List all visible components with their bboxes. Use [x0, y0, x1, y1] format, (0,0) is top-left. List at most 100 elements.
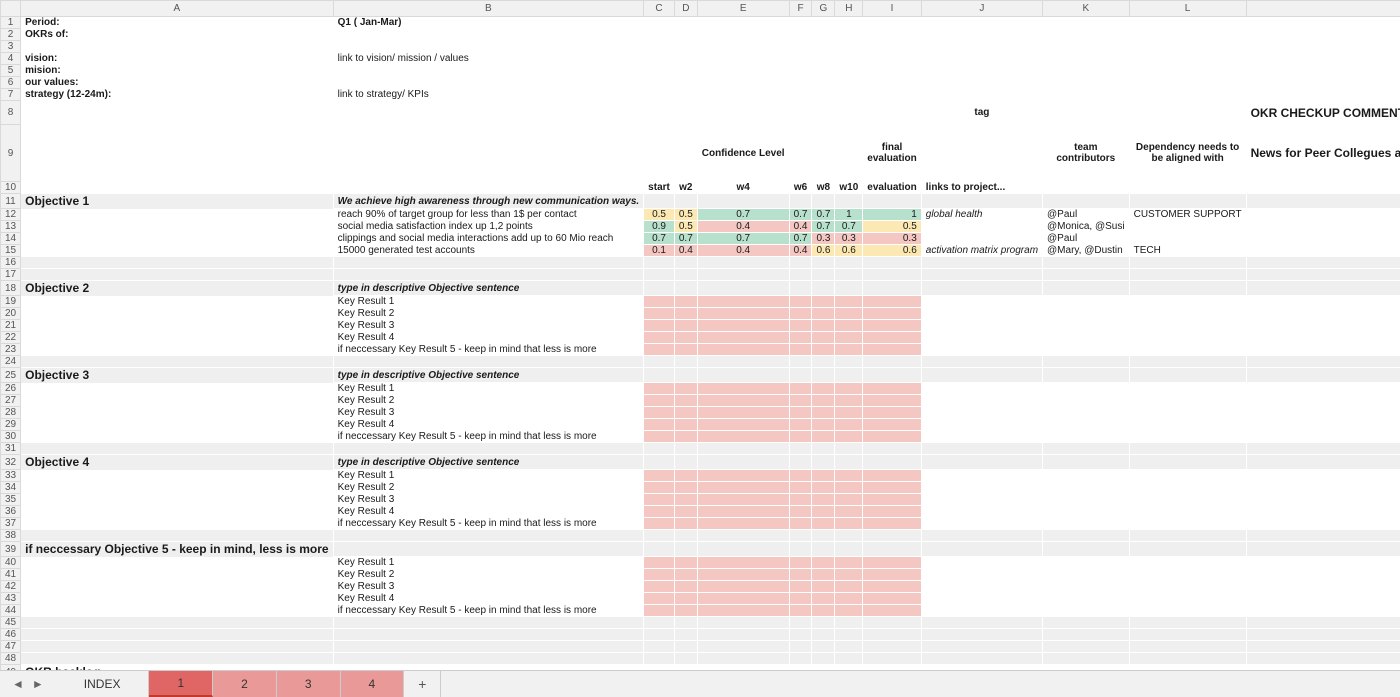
cell-C38[interactable]	[644, 530, 675, 542]
cell-B40[interactable]: Key Result 1	[333, 557, 644, 569]
cell-L44[interactable]	[1129, 605, 1246, 617]
cell-C30[interactable]	[644, 431, 675, 443]
row-header-38[interactable]: 38	[1, 530, 21, 542]
cell-K27[interactable]	[1043, 395, 1130, 407]
cell-F33[interactable]	[789, 470, 812, 482]
cell-C32[interactable]	[644, 455, 675, 470]
cell-J26[interactable]	[921, 383, 1042, 395]
cell-E19[interactable]	[697, 296, 789, 308]
cell-I48[interactable]	[863, 653, 921, 665]
cell-A40[interactable]	[21, 557, 333, 569]
cell-G22[interactable]	[812, 332, 835, 344]
cell-G14[interactable]: 0.3	[812, 233, 835, 245]
cell-B8[interactable]	[333, 101, 644, 125]
cell-F43[interactable]	[789, 593, 812, 605]
cell-B17[interactable]	[333, 269, 644, 281]
cell-G11[interactable]	[812, 194, 835, 209]
cell-D30[interactable]	[674, 431, 697, 443]
cell-J3[interactable]	[921, 41, 1042, 53]
cell-A7[interactable]: strategy (12-24m):	[21, 89, 333, 101]
cell-H32[interactable]	[835, 455, 863, 470]
cell-H37[interactable]	[835, 518, 863, 530]
row-header-16[interactable]: 16	[1, 257, 21, 269]
cell-M40[interactable]	[1246, 557, 1400, 569]
cell-H8[interactable]	[835, 101, 863, 125]
cell-I29[interactable]	[863, 419, 921, 431]
cell-F21[interactable]	[789, 320, 812, 332]
cell-D6[interactable]	[674, 77, 697, 89]
cell-B16[interactable]	[333, 257, 644, 269]
cell-H44[interactable]	[835, 605, 863, 617]
cell-D4[interactable]	[674, 53, 697, 65]
cell-G35[interactable]	[812, 494, 835, 506]
cell-J24[interactable]	[921, 356, 1042, 368]
column-header-A[interactable]: A	[21, 1, 333, 17]
cell-L41[interactable]	[1129, 569, 1246, 581]
cell-D18[interactable]	[674, 281, 697, 296]
cell-M15[interactable]	[1246, 245, 1400, 257]
cell-L34[interactable]	[1129, 482, 1246, 494]
row-header-45[interactable]: 45	[1, 617, 21, 629]
cell-L21[interactable]	[1129, 320, 1246, 332]
cell-F7[interactable]	[789, 89, 812, 101]
cell-L16[interactable]	[1129, 257, 1246, 269]
cell-G29[interactable]	[812, 419, 835, 431]
cell-G9[interactable]	[812, 125, 835, 182]
row-header-26[interactable]: 26	[1, 383, 21, 395]
cell-A25[interactable]: Objective 3	[21, 368, 333, 383]
cell-F17[interactable]	[789, 269, 812, 281]
cell-A20[interactable]	[21, 308, 333, 320]
cell-G21[interactable]	[812, 320, 835, 332]
cell-F2[interactable]	[789, 29, 812, 41]
cell-F18[interactable]	[789, 281, 812, 296]
cell-G18[interactable]	[812, 281, 835, 296]
cell-J1[interactable]	[921, 17, 1042, 29]
cell-E16[interactable]	[697, 257, 789, 269]
cell-E41[interactable]	[697, 569, 789, 581]
cell-H48[interactable]	[835, 653, 863, 665]
cell-A31[interactable]	[21, 443, 333, 455]
cell-F28[interactable]	[789, 407, 812, 419]
row-header-28[interactable]: 28	[1, 407, 21, 419]
cell-D19[interactable]	[674, 296, 697, 308]
cell-G46[interactable]	[812, 629, 835, 641]
cell-A42[interactable]	[21, 581, 333, 593]
cell-F36[interactable]	[789, 506, 812, 518]
cell-K16[interactable]	[1043, 257, 1130, 269]
cell-K46[interactable]	[1043, 629, 1130, 641]
cell-H2[interactable]	[835, 29, 863, 41]
cell-M14[interactable]	[1246, 233, 1400, 245]
cell-J23[interactable]	[921, 344, 1042, 356]
row-header-43[interactable]: 43	[1, 593, 21, 605]
cell-G36[interactable]	[812, 506, 835, 518]
cell-E40[interactable]	[697, 557, 789, 569]
cell-C31[interactable]	[644, 443, 675, 455]
cell-M38[interactable]	[1246, 530, 1400, 542]
cell-J45[interactable]	[921, 617, 1042, 629]
cell-E47[interactable]	[697, 641, 789, 653]
row-header-37[interactable]: 37	[1, 518, 21, 530]
row-header-24[interactable]: 24	[1, 356, 21, 368]
cell-A4[interactable]: vision:	[21, 53, 333, 65]
cell-K36[interactable]	[1043, 506, 1130, 518]
cell-F13[interactable]: 0.4	[789, 221, 812, 233]
row-header-20[interactable]: 20	[1, 308, 21, 320]
cell-E24[interactable]	[697, 356, 789, 368]
row-header-27[interactable]: 27	[1, 395, 21, 407]
cell-E26[interactable]	[697, 383, 789, 395]
cell-H38[interactable]	[835, 530, 863, 542]
cell-A48[interactable]	[21, 653, 333, 665]
row-header-3[interactable]: 3	[1, 41, 21, 53]
cell-E1[interactable]	[697, 17, 789, 29]
cell-E17[interactable]	[697, 269, 789, 281]
cell-F4[interactable]	[789, 53, 812, 65]
cell-D13[interactable]: 0.5	[674, 221, 697, 233]
cell-B47[interactable]	[333, 641, 644, 653]
cell-M35[interactable]	[1246, 494, 1400, 506]
cell-M12[interactable]	[1246, 209, 1400, 221]
cell-H26[interactable]	[835, 383, 863, 395]
row-header-14[interactable]: 14	[1, 233, 21, 245]
cell-K25[interactable]	[1043, 368, 1130, 383]
cell-A3[interactable]	[21, 41, 333, 53]
cell-M43[interactable]	[1246, 593, 1400, 605]
